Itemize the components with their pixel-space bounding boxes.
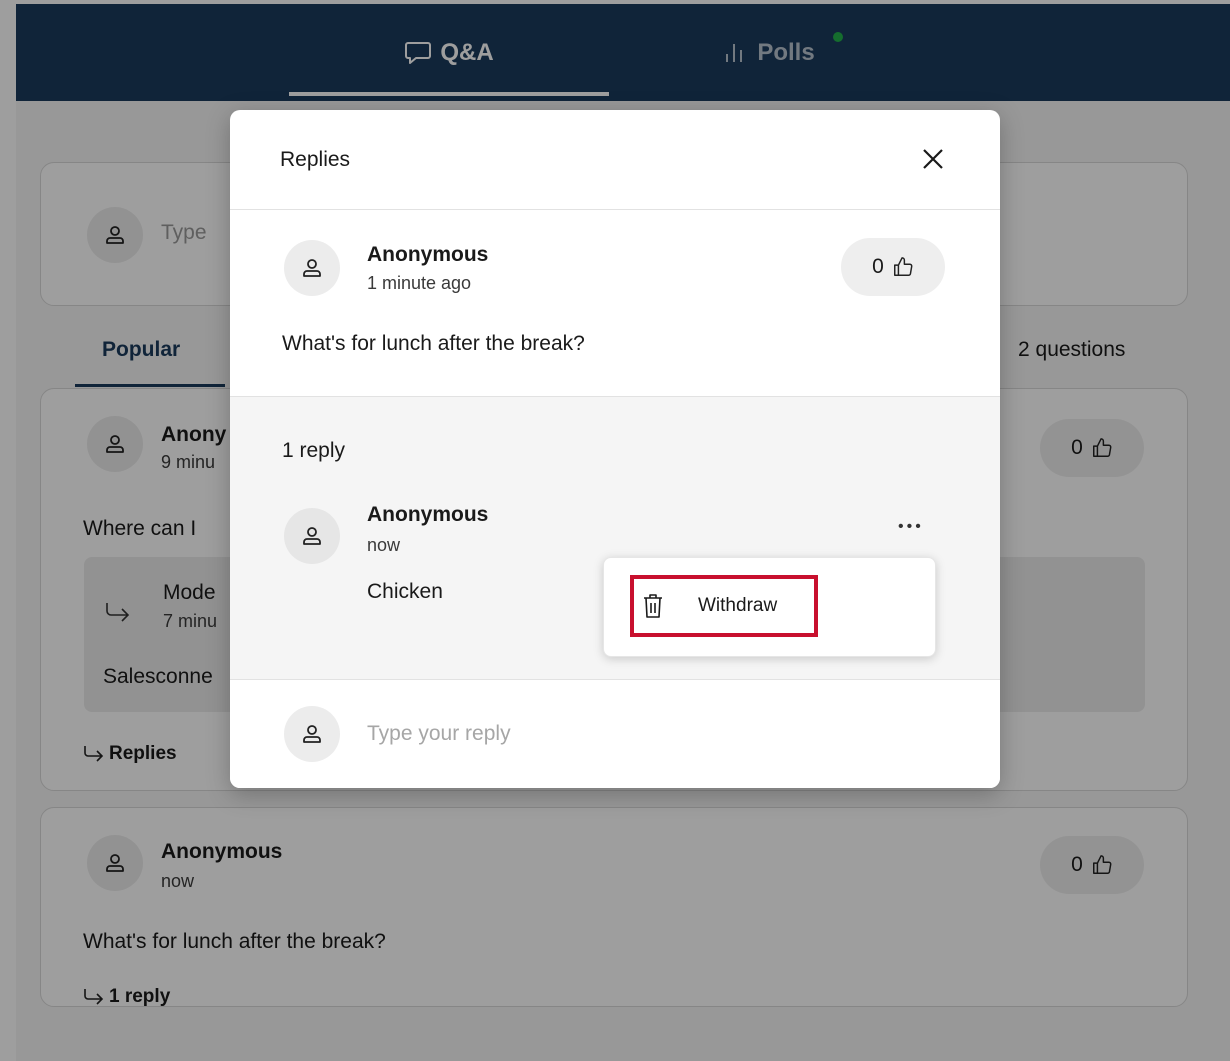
user-icon	[303, 527, 321, 545]
withdraw-menu-item[interactable]: Withdraw	[630, 575, 818, 637]
withdraw-label: Withdraw	[698, 595, 778, 616]
user-icon	[303, 725, 321, 743]
question-time: 1 minute ago	[367, 273, 472, 293]
thumbs-up-icon	[893, 257, 913, 276]
reply-time: now	[367, 535, 401, 555]
avatar	[284, 508, 340, 564]
reply-input-row[interactable]: Type your reply	[230, 680, 1000, 788]
close-button[interactable]	[918, 144, 948, 174]
replies-modal: Replies Anonymous 1 minute ago 0 What's …	[230, 110, 1000, 788]
close-icon	[923, 149, 943, 169]
reply-text: Chicken	[367, 580, 443, 603]
avatar	[284, 240, 340, 296]
user-icon	[303, 259, 321, 277]
like-button[interactable]: 0	[841, 238, 945, 296]
reply-input-placeholder: Type your reply	[367, 722, 511, 745]
divider	[230, 209, 1000, 210]
question-author: Anonymous	[367, 243, 489, 266]
question-text: What's for lunch after the break?	[282, 332, 585, 355]
modal-title: Replies	[280, 148, 351, 171]
reply-count: 1 reply	[282, 439, 346, 462]
like-count: 0	[872, 255, 884, 278]
more-options-button[interactable]: •••	[898, 518, 924, 536]
reply-options-menu: Withdraw	[603, 557, 936, 657]
avatar	[284, 706, 340, 762]
reply-author: Anonymous	[367, 503, 489, 526]
trash-icon	[642, 593, 664, 619]
